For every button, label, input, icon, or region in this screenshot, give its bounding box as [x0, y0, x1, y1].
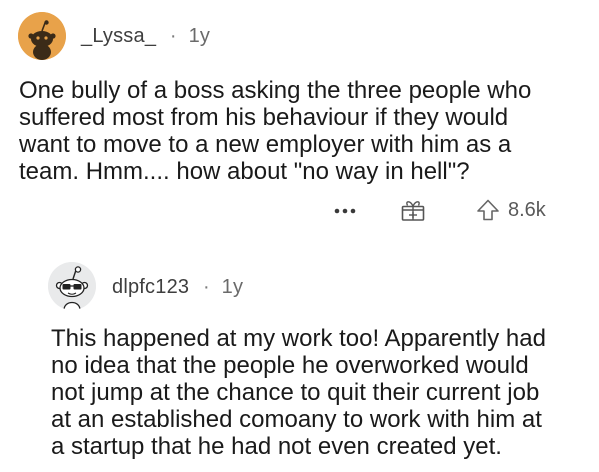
user-avatar[interactable] — [48, 262, 96, 310]
username[interactable]: dlpfc123 — [112, 276, 189, 298]
comment-meta: _Lyssa_ · 1y — [81, 25, 210, 48]
upvote-control: 8.6k — [476, 197, 546, 223]
meta-separator: · — [169, 25, 177, 47]
award-gift-icon — [401, 201, 425, 221]
user-avatar[interactable] — [18, 12, 66, 60]
upvote-arrow-icon — [477, 199, 499, 221]
award-button[interactable] — [400, 198, 426, 222]
meta-separator: · — [202, 276, 210, 298]
comment-age: 1y — [221, 276, 244, 298]
vote-score: 8.6k — [508, 198, 546, 221]
comment-body: One bully of a boss asking the three peo… — [19, 77, 532, 185]
snoo-avatar-icon — [18, 12, 66, 60]
comment-body: This happened at my work too! Apparently… — [51, 325, 546, 460]
more-options-button[interactable] — [333, 201, 357, 221]
username[interactable]: _Lyssa_ — [81, 25, 156, 47]
upvote-button[interactable] — [476, 198, 500, 222]
snoo-avatar-glasses-icon — [48, 262, 96, 310]
comment-age: 1y — [188, 25, 211, 47]
more-options-icon — [334, 208, 356, 214]
comment-meta: dlpfc123 · 1y — [112, 276, 243, 299]
